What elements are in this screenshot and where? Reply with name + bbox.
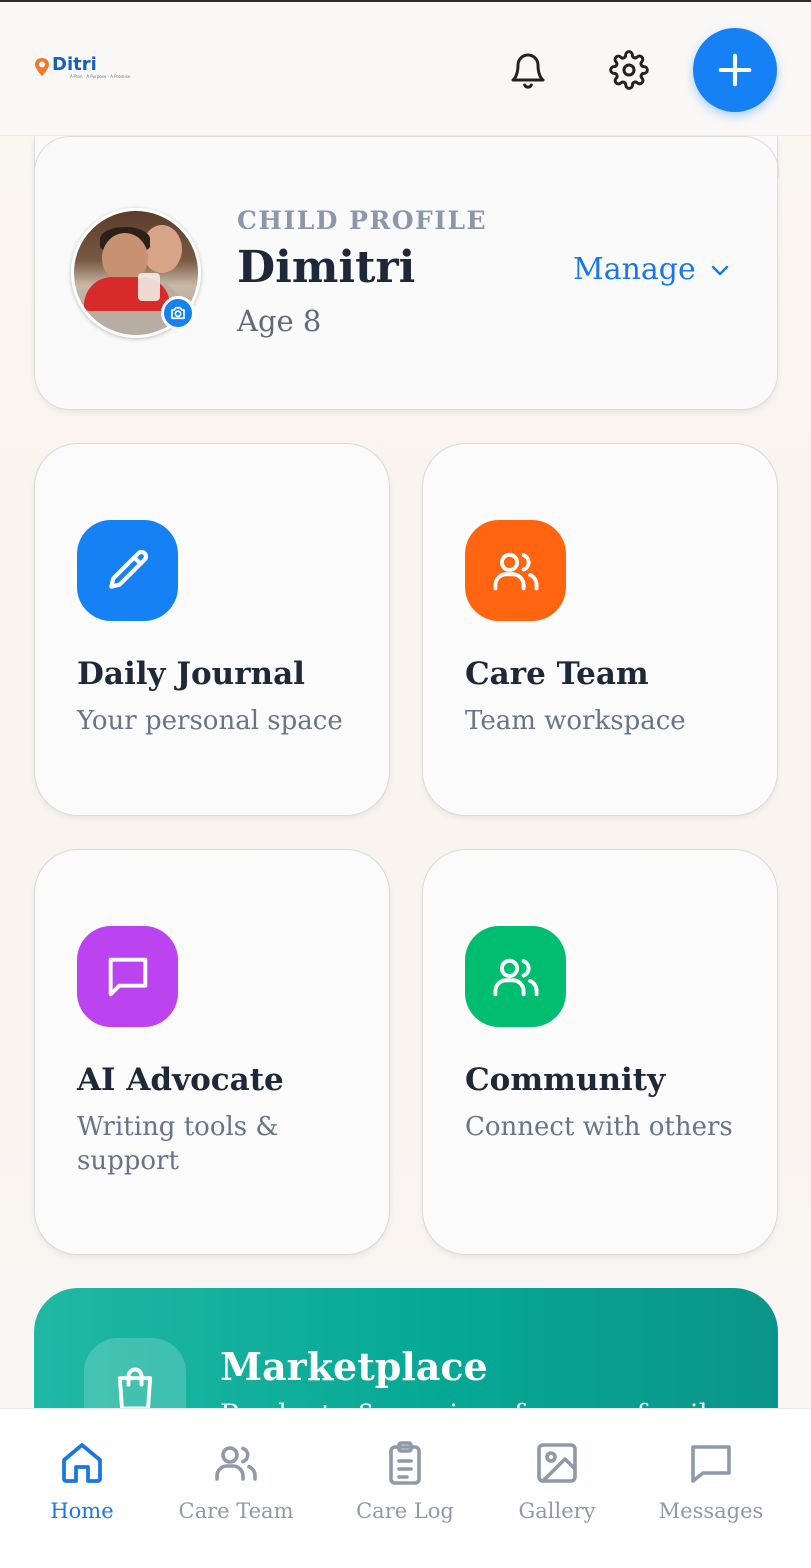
nav-label: Gallery — [518, 1499, 596, 1523]
plus-icon — [718, 53, 752, 87]
logo-text: Ditri — [52, 53, 97, 75]
nav-label: Messages — [658, 1499, 764, 1523]
community-card[interactable]: Community Connect with others — [422, 849, 778, 1255]
community-icon-tile — [465, 926, 566, 1027]
card-subtitle: Writing tools & support — [77, 1112, 279, 1176]
ai-advocate-card[interactable]: AI Advocate Writing tools & support — [34, 849, 390, 1255]
child-age: Age 8 — [237, 304, 322, 338]
gear-icon — [609, 50, 649, 90]
care-team-icon-tile — [465, 520, 566, 621]
ai-advocate-icon-tile — [77, 926, 178, 1027]
journal-icon-tile — [77, 520, 178, 621]
card-subtitle: Team workspace — [465, 706, 686, 736]
clipboard-icon — [389, 1441, 421, 1485]
card-title: Community — [465, 1062, 666, 1098]
nav-item-gallery[interactable]: Gallery — [492, 1439, 622, 1523]
daily-journal-card[interactable]: Daily Journal Your personal space — [34, 443, 390, 816]
child-profile-card: CHILD PROFILE Dimitri Age 8 Manage — [33, 136, 779, 410]
nav-item-home[interactable]: Home — [17, 1439, 147, 1523]
change-photo-button[interactable] — [161, 296, 195, 330]
settings-button[interactable] — [601, 42, 657, 98]
chevron-down-icon — [711, 265, 728, 275]
users-icon — [215, 1446, 257, 1481]
app-header: Ditri A Plan · A Purpose · A Promise — [0, 2, 811, 136]
users-icon — [492, 552, 539, 590]
manage-dropdown[interactable]: Manage — [573, 252, 732, 287]
logo-pin-icon — [35, 58, 49, 76]
nav-label: Care Team — [178, 1499, 294, 1523]
nav-item-care-log[interactable]: Care Log — [340, 1439, 470, 1523]
marketplace-title: Marketplace — [220, 1344, 488, 1389]
card-subtitle: Your personal space — [77, 706, 343, 736]
bottom-nav: Home Care Team Care Log Gallery Messages — [0, 1408, 811, 1568]
image-icon — [537, 1443, 577, 1483]
card-title: Care Team — [465, 656, 649, 692]
child-name: Dimitri — [237, 242, 416, 293]
card-title: Daily Journal — [77, 656, 305, 692]
nav-item-care-team[interactable]: Care Team — [171, 1439, 301, 1523]
home-icon — [62, 1443, 102, 1483]
card-subtitle: Connect with others — [465, 1112, 733, 1142]
logo-tagline: A Plan · A Purpose · A Promise — [70, 74, 131, 79]
nav-label: Home — [50, 1499, 114, 1523]
camera-icon — [171, 306, 185, 320]
bell-icon — [511, 53, 545, 89]
app-logo[interactable]: Ditri A Plan · A Purpose · A Promise — [34, 34, 134, 100]
profile-section-label: CHILD PROFILE — [237, 206, 488, 235]
message-icon — [691, 1445, 731, 1483]
add-button[interactable] — [693, 28, 777, 112]
nav-label: Care Log — [356, 1499, 454, 1523]
notifications-button[interactable] — [500, 42, 556, 98]
nav-item-messages[interactable]: Messages — [646, 1439, 776, 1523]
pencil-icon — [108, 549, 148, 589]
manage-label: Manage — [573, 252, 696, 287]
message-icon — [108, 957, 147, 996]
users-icon — [492, 958, 539, 996]
card-title: AI Advocate — [77, 1062, 284, 1098]
care-team-card[interactable]: Care Team Team workspace — [422, 443, 778, 816]
